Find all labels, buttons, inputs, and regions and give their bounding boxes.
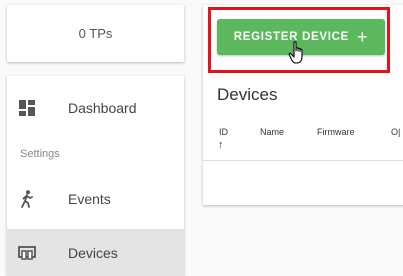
sidebar-item-events[interactable]: Events: [7, 179, 184, 219]
table-divider: [203, 160, 403, 161]
sidebar-item-devices[interactable]: Devices: [7, 229, 184, 276]
column-header-op[interactable]: O|: [391, 127, 400, 137]
column-header-id[interactable]: ID: [219, 127, 228, 137]
dashboard-icon: [18, 99, 36, 117]
tp-count: 0 TPs: [78, 26, 113, 41]
column-header-firmware[interactable]: Firmware: [317, 127, 355, 137]
walking-person-icon: [18, 190, 36, 208]
column-header-name[interactable]: Name: [260, 127, 284, 137]
sidebar-item-dashboard[interactable]: Dashboard: [7, 88, 184, 128]
plus-icon: +: [357, 27, 369, 47]
tp-count-card: 0 TPs: [7, 5, 184, 62]
sidebar-item-label: Events: [68, 191, 111, 207]
sort-arrow-icon[interactable]: ↑: [218, 139, 224, 151]
sidebar-item-label: Devices: [68, 244, 118, 261]
devices-icon: [18, 244, 36, 262]
settings-section-label: Settings: [20, 148, 60, 160]
sidebar-item-label: Dashboard: [68, 100, 137, 116]
devices-card: REGISTER DEVICE + Devices ID Name Firmwa…: [203, 5, 403, 205]
sidebar-nav: Dashboard Settings Events Devices: [7, 76, 184, 276]
page-title: Devices: [217, 85, 278, 104]
hand-pointer-cursor: [288, 41, 303, 64]
